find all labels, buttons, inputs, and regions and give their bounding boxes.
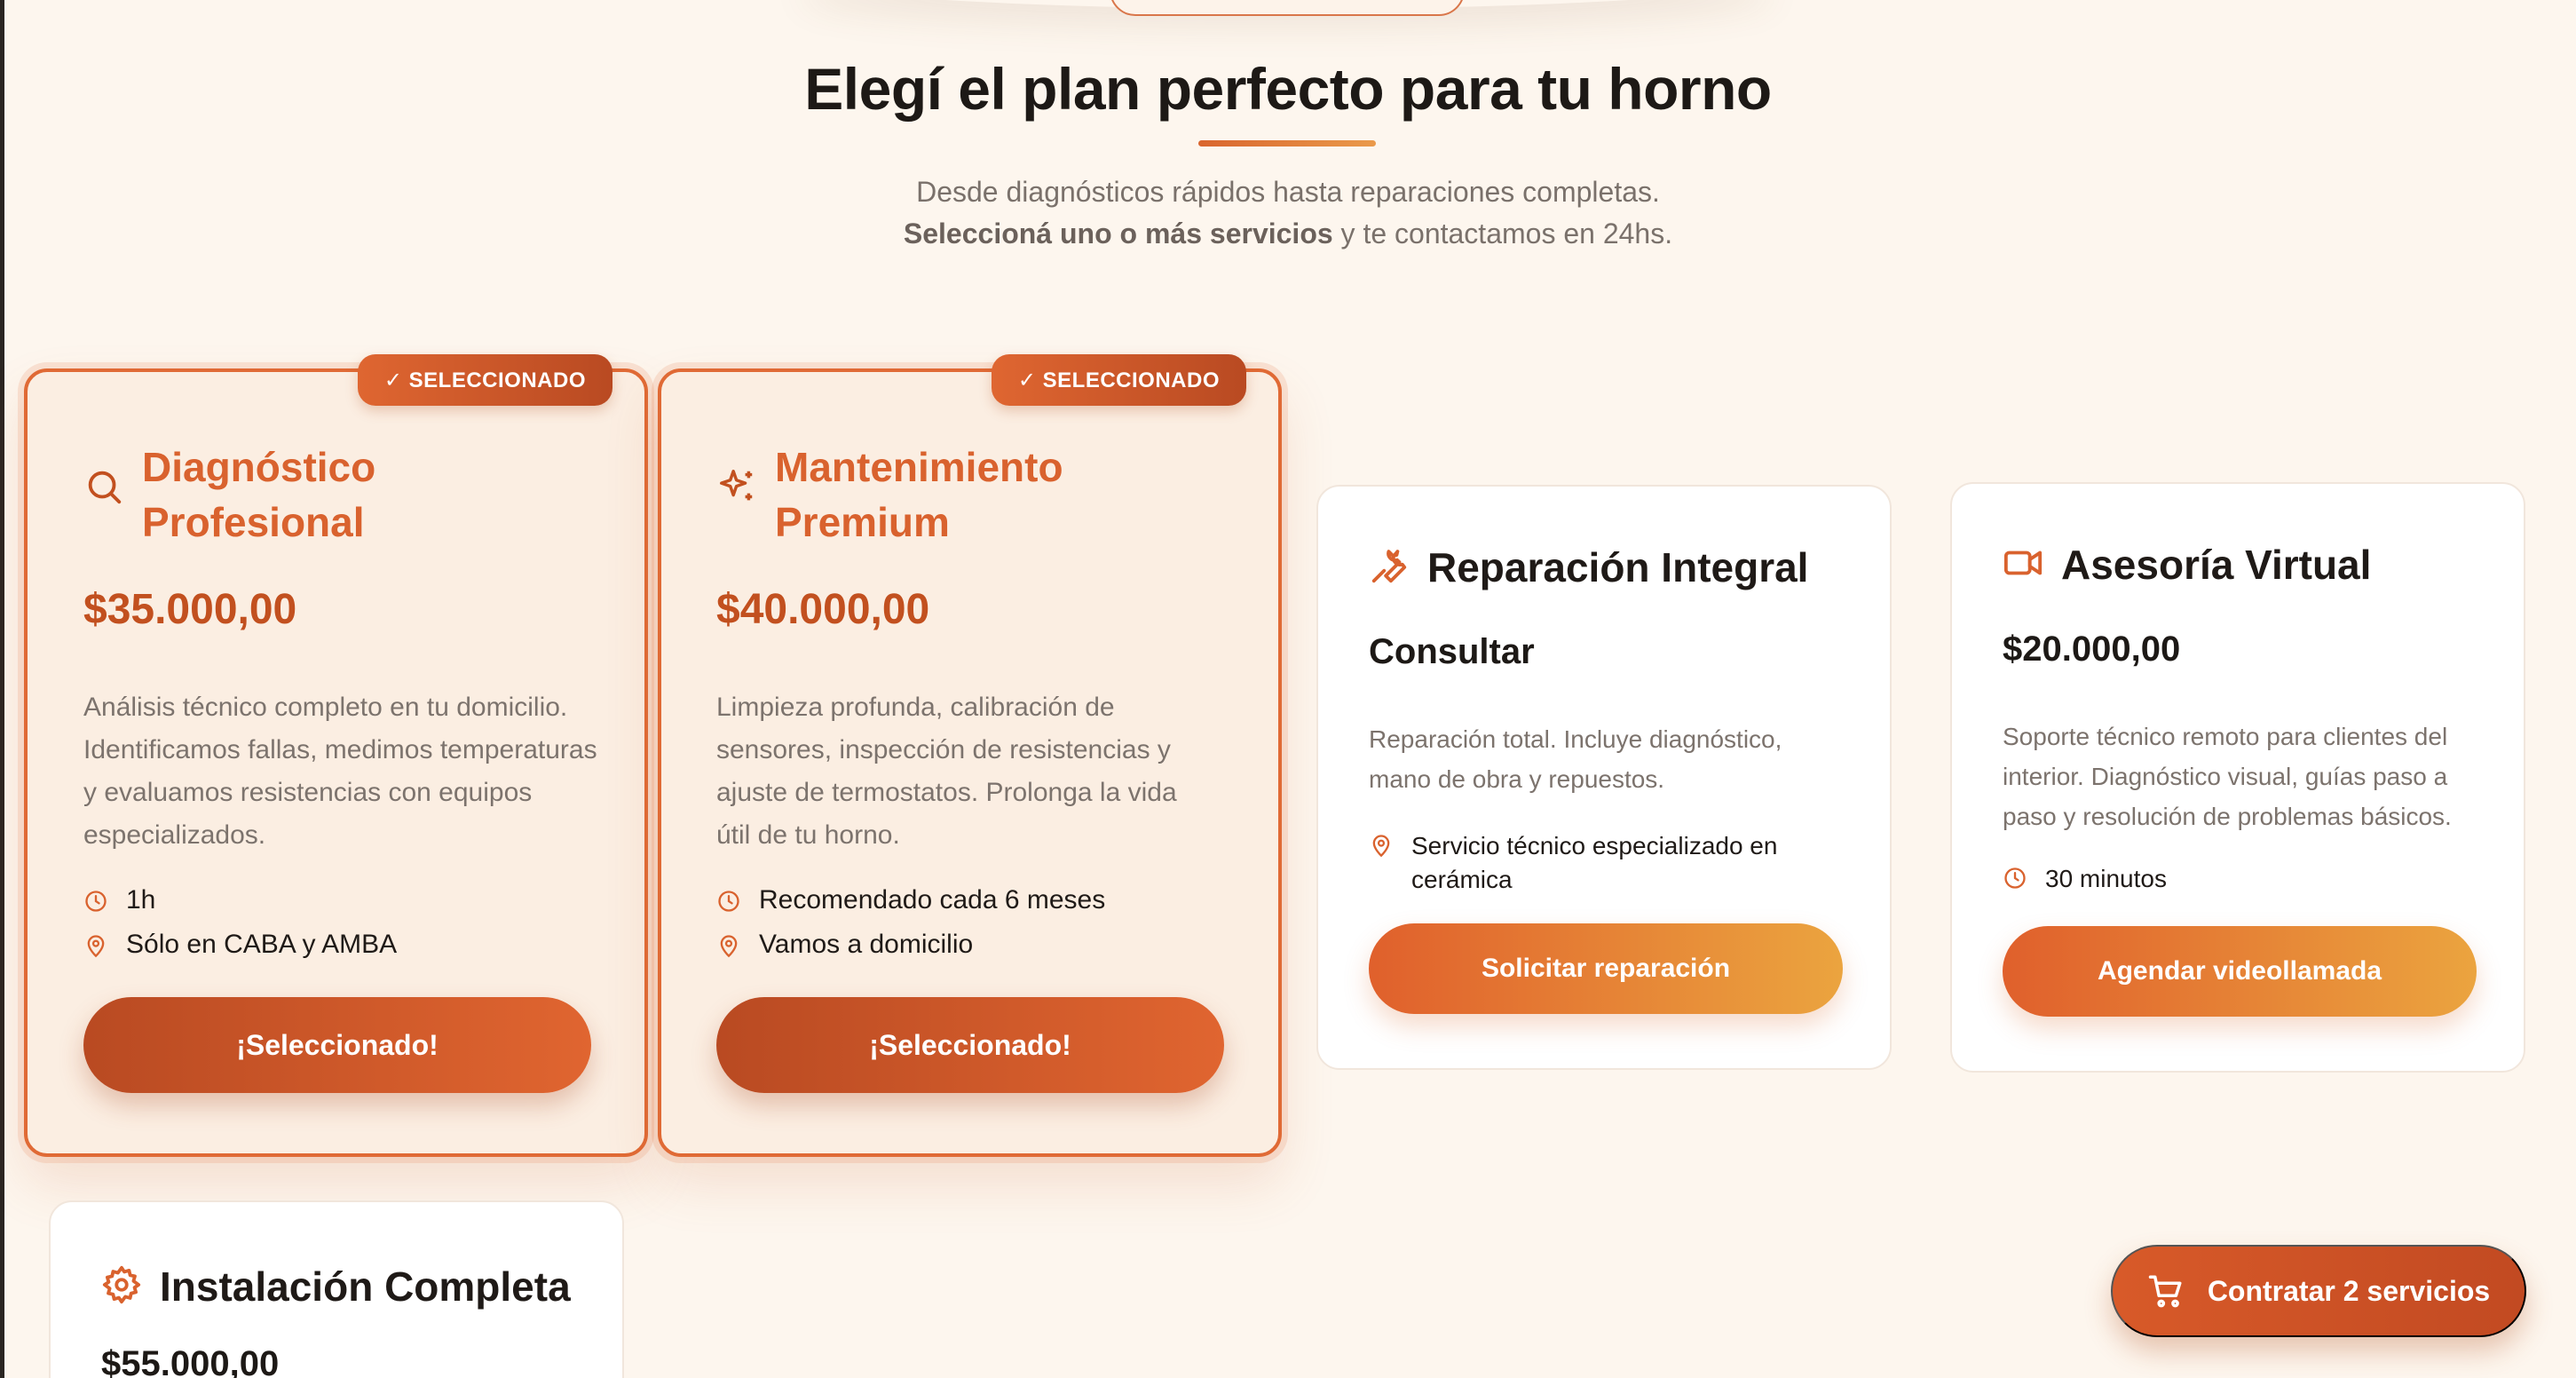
hero-subtitle-rest: y te contactamos en 24hs. — [1332, 218, 1673, 249]
card-price: $35.000,00 — [83, 586, 297, 633]
card-meta-location: Vamos a domicilio — [716, 930, 973, 960]
card-price: $55.000,00 — [101, 1344, 280, 1378]
card-meta-frequency: Recomendado cada 6 meses — [716, 885, 1105, 915]
card-title: Asesoría Virtual — [2061, 542, 2372, 588]
section-tag-pill — [1110, 0, 1465, 16]
request-repair-button[interactable]: Solicitar reparación — [1369, 923, 1843, 1014]
card-price: $20.000,00 — [2003, 630, 2181, 669]
card-description: Análisis técnico completo en tu domicili… — [83, 693, 597, 850]
service-card-instalacion[interactable]: Instalación Completa $55.000,00 — [49, 1200, 624, 1378]
card-meta-location: Sólo en CABA y AMBA — [83, 930, 397, 960]
meta-text: Recomendado cada 6 meses — [759, 885, 1106, 915]
page-title: Elegí el plan perfecto para tu horno — [804, 56, 1772, 122]
service-card-mantenimiento[interactable]: ✓ SELECCIONADO Mantenimiento Premium $40… — [658, 354, 1282, 1157]
select-button[interactable]: ¡Seleccionado! — [83, 997, 591, 1093]
card-title: Instalación Completa — [160, 1263, 571, 1310]
card-meta-duration: 30 minutos — [2003, 862, 2167, 896]
selected-badge: ✓ SELECCIONADO — [991, 354, 1246, 406]
selected-badge: ✓ SELECCIONADO — [357, 354, 612, 406]
meta-text: Vamos a domicilio — [759, 930, 974, 959]
map-pin-icon — [1372, 835, 1390, 858]
schedule-videocall-button[interactable]: Agendar videollamada — [2003, 926, 2477, 1017]
hero-subtitle-line1: Desde diagnósticos rápidos hasta reparac… — [916, 176, 1660, 208]
card-description: Soporte técnico remoto para clientes del… — [2003, 723, 2452, 830]
service-card-asesoria[interactable]: Asesoría Virtual $20.000,00 Soporte técn… — [1950, 482, 2525, 1073]
meta-text: 30 minutos — [2045, 865, 2167, 892]
map-pin-icon — [87, 935, 105, 958]
map-pin-icon — [720, 935, 738, 958]
title-underline — [1198, 140, 1376, 147]
clock-icon — [85, 891, 107, 912]
checkout-cart-button[interactable]: Contratar 2 servicios — [2111, 1245, 2526, 1337]
service-card-diagnostico[interactable]: ✓ SELECCIONADO Diagnóstico Profesional $… — [24, 354, 648, 1157]
hero-subtitle-bold: Seleccioná uno o más servicios — [903, 218, 1333, 249]
meta-text: Servicio técnico especializado en cerámi… — [1411, 832, 1778, 893]
clock-icon — [2004, 867, 2026, 889]
cart-button-label: Contratar 2 servicios — [2207, 1274, 2491, 1307]
card-description: Limpieza profunda, calibración de sensor… — [716, 693, 1177, 850]
card-title: Mantenimiento Premium — [775, 444, 1063, 545]
cart-icon — [2148, 1275, 2182, 1308]
search-icon — [88, 471, 122, 504]
video-icon — [2003, 550, 2043, 575]
gear-icon — [102, 1265, 141, 1304]
service-card-reparacion[interactable]: Reparación Integral Consultar Reparación… — [1316, 485, 1892, 1070]
card-price: Consultar — [1369, 632, 1535, 671]
card-description: Reparación total. Incluye diagnóstico, m… — [1369, 725, 1782, 793]
wrench-icon — [1371, 550, 1407, 583]
card-meta-duration: 1h — [83, 885, 155, 915]
clock-icon — [718, 891, 739, 912]
select-button[interactable]: ¡Seleccionado! — [716, 997, 1224, 1093]
sparkles-icon — [720, 470, 753, 501]
meta-text: 1h — [126, 885, 156, 915]
card-meta-specialty: Servicio técnico especializado en cerámi… — [1369, 829, 1848, 897]
hero-subtitle-line2: Seleccioná uno o más servicios y te cont… — [0, 218, 2576, 250]
card-price: $40.000,00 — [716, 586, 930, 633]
card-title: Reparación Integral — [1427, 544, 1809, 590]
meta-text: Sólo en CABA y AMBA — [126, 930, 398, 959]
card-title: Diagnóstico Profesional — [142, 444, 376, 545]
